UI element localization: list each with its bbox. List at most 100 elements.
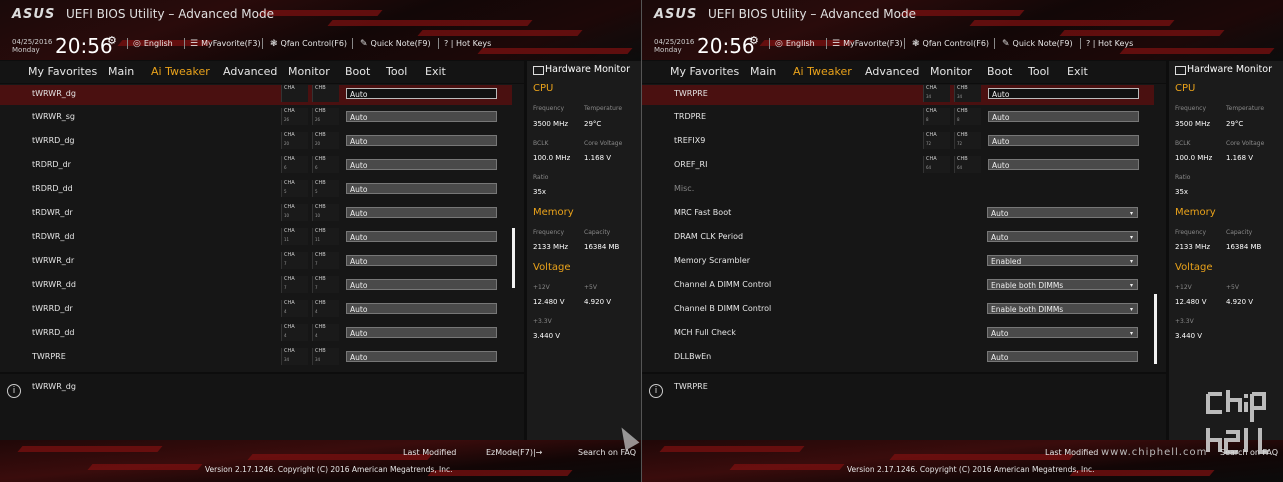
setting-value-field[interactable]: Auto — [988, 111, 1139, 122]
setting-row[interactable]: Channel B DIMM Control Enable both DIMMs ▾ — [642, 300, 1154, 320]
setting-dropdown[interactable]: Enabled ▾ — [987, 255, 1138, 266]
tab-monitor[interactable]: Monitor — [930, 65, 972, 78]
last-modified-button[interactable]: Last Modified — [1045, 448, 1098, 457]
setting-row[interactable]: OREF_RI CHA 64 CHB 64 Auto — [642, 156, 1154, 176]
setting-value-field[interactable]: Auto — [988, 88, 1139, 99]
tab-exit[interactable]: Exit — [425, 65, 446, 78]
setting-value-field[interactable]: Auto — [346, 231, 497, 242]
channel-label: CHA — [926, 156, 937, 162]
channel-label: CHB — [315, 180, 326, 186]
setting-row[interactable]: TWRPRE CHA 34 CHB 34 Auto — [642, 85, 1154, 105]
setting-value-field[interactable]: Auto — [346, 327, 497, 338]
setting-value-field[interactable]: Auto — [346, 279, 497, 290]
tab-advanced[interactable]: Advanced — [865, 65, 919, 78]
setting-row[interactable]: TWRPRE CHA 34 CHB 34 Auto — [0, 348, 512, 368]
setting-row[interactable]: tWRRD_dd CHA 4 CHB 4 Auto — [0, 324, 512, 344]
setting-value-field[interactable]: Auto — [346, 88, 497, 99]
help-info-box: i TWRPRE — [642, 374, 1166, 440]
setting-row[interactable]: TRDPRE CHA 8 CHB 8 Auto — [642, 108, 1154, 128]
ezmode-button[interactable]: EzMode(F7)|→ — [486, 448, 542, 457]
tab-exit[interactable]: Exit — [1067, 65, 1088, 78]
myfavorite-button[interactable]: ☰ MyFavorite(F3) — [832, 39, 903, 49]
tab-advanced[interactable]: Advanced — [223, 65, 277, 78]
channel-b-readout: CHB 5 — [312, 180, 339, 197]
day-text: Monday — [12, 46, 40, 54]
monitor-icon — [1175, 66, 1186, 75]
channel-value: 5 — [315, 189, 318, 194]
hot-keys-button[interactable]: ? | Hot Keys — [444, 39, 491, 48]
setting-dropdown[interactable]: Enable both DIMMs ▾ — [987, 303, 1138, 314]
qfan-control-button[interactable]: ❃ Qfan Control(F6) — [912, 39, 989, 49]
list-scrollbar[interactable] — [1154, 294, 1157, 364]
tab-ai-tweaker[interactable]: Ai Tweaker — [151, 65, 210, 78]
setting-row[interactable]: tRDWR_dr CHA 10 CHB 10 Auto — [0, 204, 512, 224]
setting-row[interactable]: DLLBwEn Auto — [642, 348, 1154, 368]
setting-value-field[interactable]: Auto — [346, 183, 497, 194]
setting-row[interactable]: tWRWR_dg CHA CHB Auto — [0, 85, 512, 105]
setting-value-field[interactable]: Auto — [346, 207, 497, 218]
hot-keys-button[interactable]: ? | Hot Keys — [1086, 39, 1133, 48]
setting-value-field[interactable]: Auto — [346, 111, 497, 122]
channel-b-readout: CHB 8 — [954, 108, 981, 125]
setting-value-field[interactable]: Auto — [346, 303, 497, 314]
setting-row[interactable]: MCH Full Check Auto ▾ — [642, 324, 1154, 344]
v33-value: 3.440 V — [533, 332, 561, 340]
tab-my-favorites[interactable]: My Favorites — [28, 65, 97, 78]
v12-label: +12V — [533, 284, 550, 291]
tab-tool[interactable]: Tool — [1028, 65, 1049, 78]
bclk-value: 100.0 MHz — [533, 154, 571, 162]
setting-row[interactable]: Misc. — [642, 180, 1154, 200]
tab-main[interactable]: Main — [108, 65, 134, 78]
setting-row[interactable]: Memory Scrambler Enabled ▾ — [642, 252, 1154, 272]
setting-value-field[interactable]: Auto — [988, 159, 1139, 170]
channel-label: CHA — [284, 276, 295, 282]
qfan-control-button[interactable]: ❃ Qfan Control(F6) — [270, 39, 347, 49]
setting-row[interactable]: tRDRD_dr CHA 6 CHB 6 Auto — [0, 156, 512, 176]
gear-icon[interactable]: ⚙ — [749, 34, 759, 47]
gear-icon[interactable]: ⚙ — [107, 34, 117, 47]
channel-label: CHB — [315, 300, 326, 306]
tab-tool[interactable]: Tool — [386, 65, 407, 78]
chevron-down-icon: ▾ — [1129, 282, 1133, 289]
language-button[interactable]: ◎ English — [133, 39, 173, 49]
channel-value: 20 — [284, 141, 290, 146]
setting-row[interactable]: tWRWR_sg CHA 26 CHB 26 Auto — [0, 108, 512, 128]
setting-label: OREF_RI — [674, 160, 708, 169]
last-modified-button[interactable]: Last Modified — [403, 448, 456, 457]
setting-row[interactable]: tWRRD_dg CHA 20 CHB 20 Auto — [0, 132, 512, 152]
setting-row[interactable]: tRDWR_dd CHA 11 CHB 11 Auto — [0, 228, 512, 248]
setting-row[interactable]: tRDRD_dd CHA 5 CHB 5 Auto — [0, 180, 512, 200]
list-scrollbar[interactable] — [512, 228, 515, 288]
setting-dropdown[interactable]: Enable both DIMMs ▾ — [987, 279, 1138, 290]
setting-value-field[interactable]: Auto — [346, 255, 497, 266]
setting-value-field[interactable]: Auto — [346, 159, 497, 170]
language-button[interactable]: ◎ English — [775, 39, 815, 49]
channel-b-readout: CHB 4 — [312, 324, 339, 341]
setting-row[interactable]: tWRWR_dr CHA 7 CHB 7 Auto — [0, 252, 512, 272]
tab-main[interactable]: Main — [750, 65, 776, 78]
chevron-down-icon: ▾ — [1129, 306, 1133, 313]
setting-row[interactable]: Channel A DIMM Control Enable both DIMMs ▾ — [642, 276, 1154, 296]
tab-my-favorites[interactable]: My Favorites — [670, 65, 739, 78]
setting-value-field[interactable]: Auto — [988, 135, 1139, 146]
setting-value-field[interactable]: Auto — [346, 351, 497, 362]
tab-monitor[interactable]: Monitor — [288, 65, 330, 78]
myfavorite-button[interactable]: ☰ MyFavorite(F3) — [190, 39, 261, 49]
setting-value-field[interactable]: Auto — [346, 135, 497, 146]
setting-dropdown[interactable]: Auto ▾ — [987, 231, 1138, 242]
day-text: Monday — [654, 46, 682, 54]
setting-row[interactable]: MRC Fast Boot Auto ▾ — [642, 204, 1154, 224]
setting-dropdown[interactable]: Auto ▾ — [987, 327, 1138, 338]
tab-boot[interactable]: Boot — [987, 65, 1012, 78]
setting-value-field[interactable]: Auto — [987, 351, 1138, 362]
setting-dropdown[interactable]: Auto ▾ — [987, 207, 1138, 218]
setting-row[interactable]: tWRRD_dr CHA 4 CHB 4 Auto — [0, 300, 512, 320]
tab-ai-tweaker[interactable]: Ai Tweaker — [793, 65, 852, 78]
quick-note-button[interactable]: ✎ Quick Note(F9) — [1002, 39, 1073, 49]
channel-label: CHB — [315, 348, 326, 354]
setting-row[interactable]: tREFIX9 CHA 72 CHB 72 Auto — [642, 132, 1154, 152]
tab-boot[interactable]: Boot — [345, 65, 370, 78]
setting-row[interactable]: tWRWR_dd CHA 7 CHB 7 Auto — [0, 276, 512, 296]
setting-row[interactable]: DRAM CLK Period Auto ▾ — [642, 228, 1154, 248]
quick-note-button[interactable]: ✎ Quick Note(F9) — [360, 39, 431, 49]
